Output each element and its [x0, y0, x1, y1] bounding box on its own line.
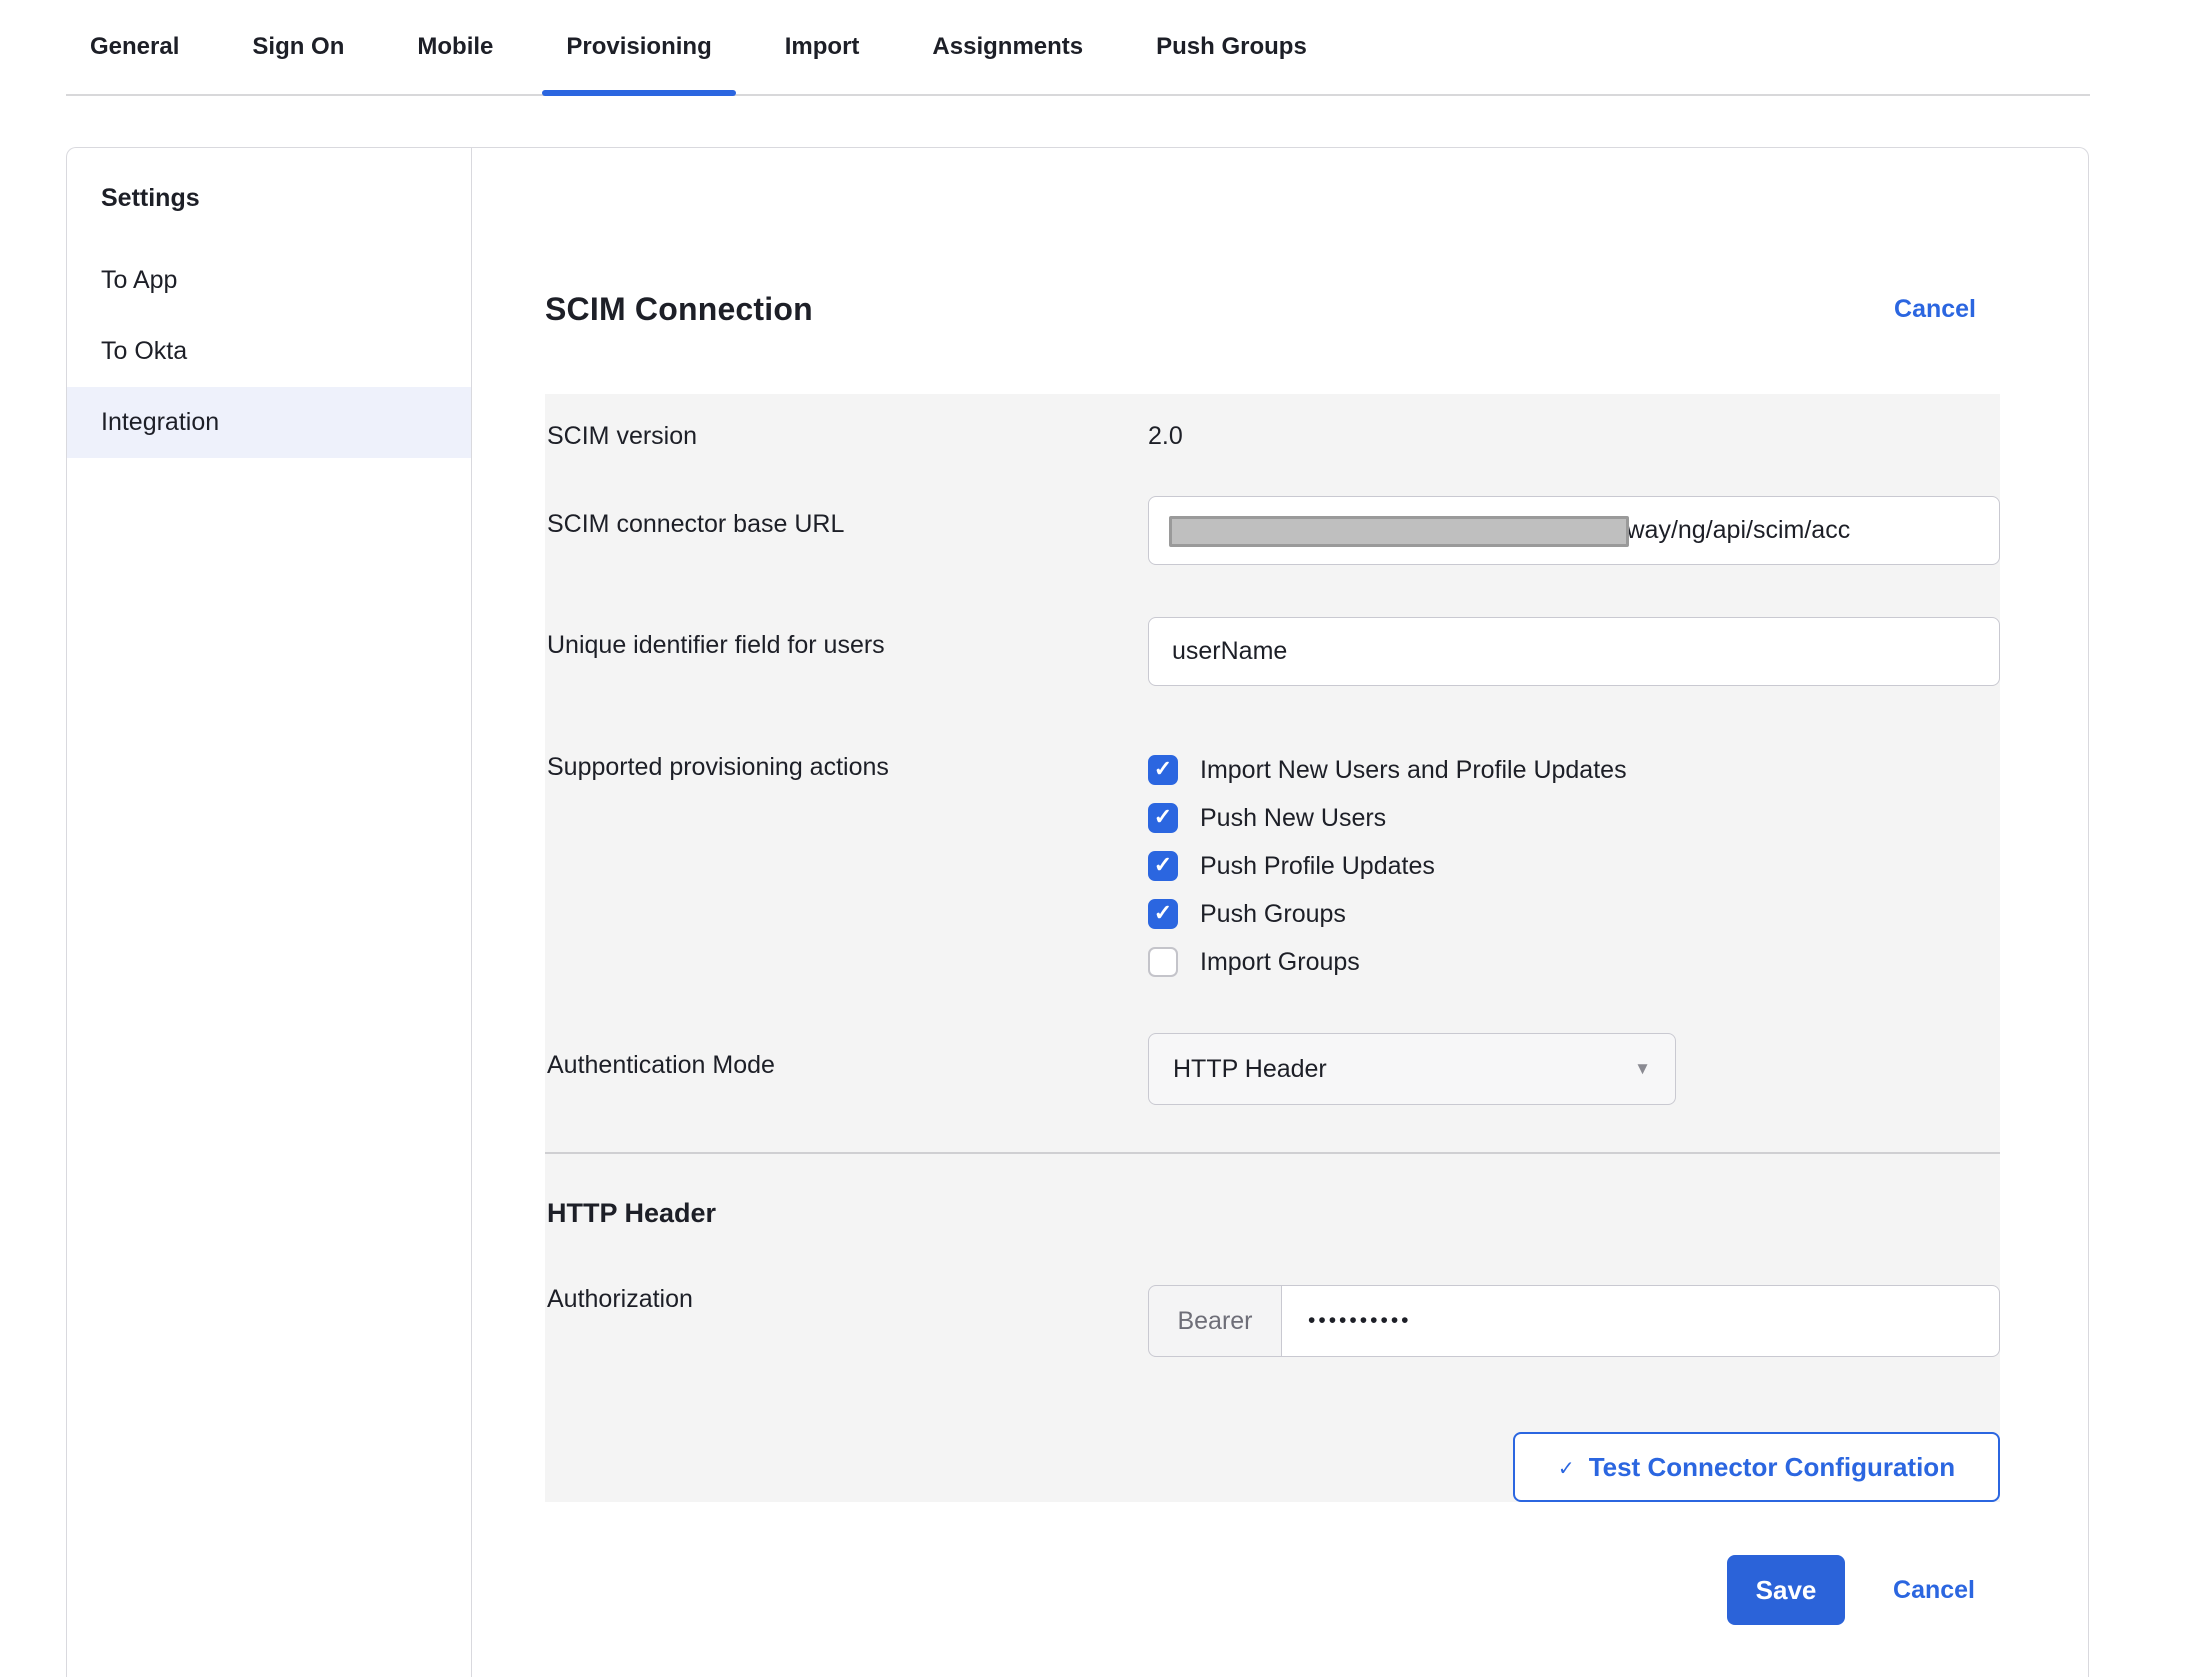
provisioning-actions-list: ✓ Import New Users and Profile Updates ✓… — [1148, 746, 2000, 986]
page-title: SCIM Connection — [545, 291, 813, 328]
auth-mode-select[interactable]: HTTP Header ▼ — [1148, 1033, 1676, 1105]
auth-mode-label: Authentication Mode — [545, 1033, 1148, 1080]
unique-identifier-input[interactable]: userName — [1148, 617, 2000, 686]
checkbox-icon: ✓ — [1148, 803, 1178, 833]
tab-mobile[interactable]: Mobile — [393, 0, 517, 94]
base-url-row: SCIM connector base URL https://b5bd-135… — [545, 496, 2000, 565]
sidebar-item-to-okta[interactable]: To Okta — [67, 316, 471, 387]
checkbox-label: Push New Users — [1200, 804, 1386, 833]
check-icon: ✓ — [1154, 758, 1172, 780]
base-url-input[interactable]: https://b5bd-135-19-67-148.ngrok.io/gate… — [1148, 496, 2000, 565]
provisioning-card: Settings To App To Okta Integration SCIM… — [66, 147, 2089, 1677]
check-icon: ✓ — [1558, 1456, 1575, 1481]
authorization-label: Authorization — [545, 1285, 1148, 1314]
chevron-down-icon: ▼ — [1634, 1059, 1651, 1079]
unique-identifier-label: Unique identifier field for users — [545, 617, 1148, 660]
footer-cancel-link[interactable]: Cancel — [1893, 1576, 1975, 1605]
test-connector-configuration-button[interactable]: ✓ Test Connector Configuration — [1513, 1432, 2000, 1502]
scim-version-label: SCIM version — [545, 422, 1148, 451]
scim-version-value: 2.0 — [1148, 422, 2000, 451]
check-icon: ✓ — [1154, 902, 1172, 924]
page: General Sign On Mobile Provisioning Impo… — [0, 0, 2201, 1645]
unique-identifier-value: userName — [1172, 637, 1287, 666]
tab-import[interactable]: Import — [761, 0, 884, 94]
scim-heading-row: SCIM Connection Cancel — [545, 289, 2000, 329]
tab-sign-on[interactable]: Sign On — [228, 0, 368, 94]
sidebar-item-integration[interactable]: Integration — [67, 387, 471, 458]
scim-version-row: SCIM version 2.0 — [545, 406, 2000, 451]
check-icon: ✓ — [1154, 806, 1172, 828]
base-url-label: SCIM connector base URL — [545, 496, 1148, 539]
settings-sidebar: Settings To App To Okta Integration — [67, 148, 472, 1677]
checkbox-label: Import Groups — [1200, 948, 1360, 977]
bearer-prefix: Bearer — [1148, 1285, 1282, 1357]
authorization-row: Authorization Bearer •••••••••• — [545, 1285, 2000, 1357]
sidebar-title: Settings — [67, 178, 471, 245]
tab-provisioning[interactable]: Provisioning — [542, 0, 735, 94]
auth-mode-value: HTTP Header — [1173, 1055, 1327, 1084]
scim-settings-panel: SCIM version 2.0 SCIM connector base URL… — [545, 394, 2000, 1152]
checkbox-push-groups[interactable]: ✓ Push Groups — [1148, 890, 2000, 938]
checkbox-label: Import New Users and Profile Updates — [1200, 756, 1627, 785]
checkbox-icon: ✓ — [1148, 851, 1178, 881]
tab-general[interactable]: General — [66, 0, 203, 94]
checkbox-push-profile-updates[interactable]: ✓ Push Profile Updates — [1148, 842, 2000, 890]
checkbox-label: Push Groups — [1200, 900, 1346, 929]
test-button-label: Test Connector Configuration — [1589, 1452, 1955, 1483]
http-header-panel: HTTP Header Authorization Bearer •••••••… — [545, 1152, 2000, 1502]
authorization-token-input[interactable]: •••••••••• — [1282, 1285, 2000, 1357]
checkbox-label: Push Profile Updates — [1200, 852, 1435, 881]
header-cancel-link[interactable]: Cancel — [1894, 295, 1976, 324]
check-icon: ✓ — [1154, 854, 1172, 876]
checkbox-import-new-users[interactable]: ✓ Import New Users and Profile Updates — [1148, 746, 2000, 794]
http-header-title: HTTP Header — [545, 1198, 2000, 1229]
checkbox-icon: ✓ — [1148, 899, 1178, 929]
app-tab-bar: General Sign On Mobile Provisioning Impo… — [66, 0, 2090, 96]
unique-identifier-row: Unique identifier field for users userNa… — [545, 617, 2000, 686]
tab-assignments[interactable]: Assignments — [908, 0, 1107, 94]
authorization-input-group: Bearer •••••••••• — [1148, 1285, 2000, 1357]
checkbox-icon: ✓ — [1148, 947, 1178, 977]
save-button[interactable]: Save — [1727, 1555, 1845, 1625]
main-content: SCIM Connection Cancel SCIM version 2.0 … — [472, 148, 2088, 1677]
checkbox-push-new-users[interactable]: ✓ Push New Users — [1148, 794, 2000, 842]
checkbox-icon: ✓ — [1148, 755, 1178, 785]
auth-mode-row: Authentication Mode HTTP Header ▼ — [545, 1033, 2000, 1105]
provisioning-actions-label: Supported provisioning actions — [545, 746, 1148, 782]
tab-push-groups[interactable]: Push Groups — [1132, 0, 1331, 94]
checkbox-import-groups[interactable]: ✓ Import Groups — [1148, 938, 2000, 986]
provisioning-actions-row: Supported provisioning actions ✓ Import … — [545, 746, 2000, 986]
redaction-overlay — [1169, 516, 1629, 547]
form-footer: Save Cancel — [545, 1555, 2000, 1625]
sidebar-item-to-app[interactable]: To App — [67, 245, 471, 316]
